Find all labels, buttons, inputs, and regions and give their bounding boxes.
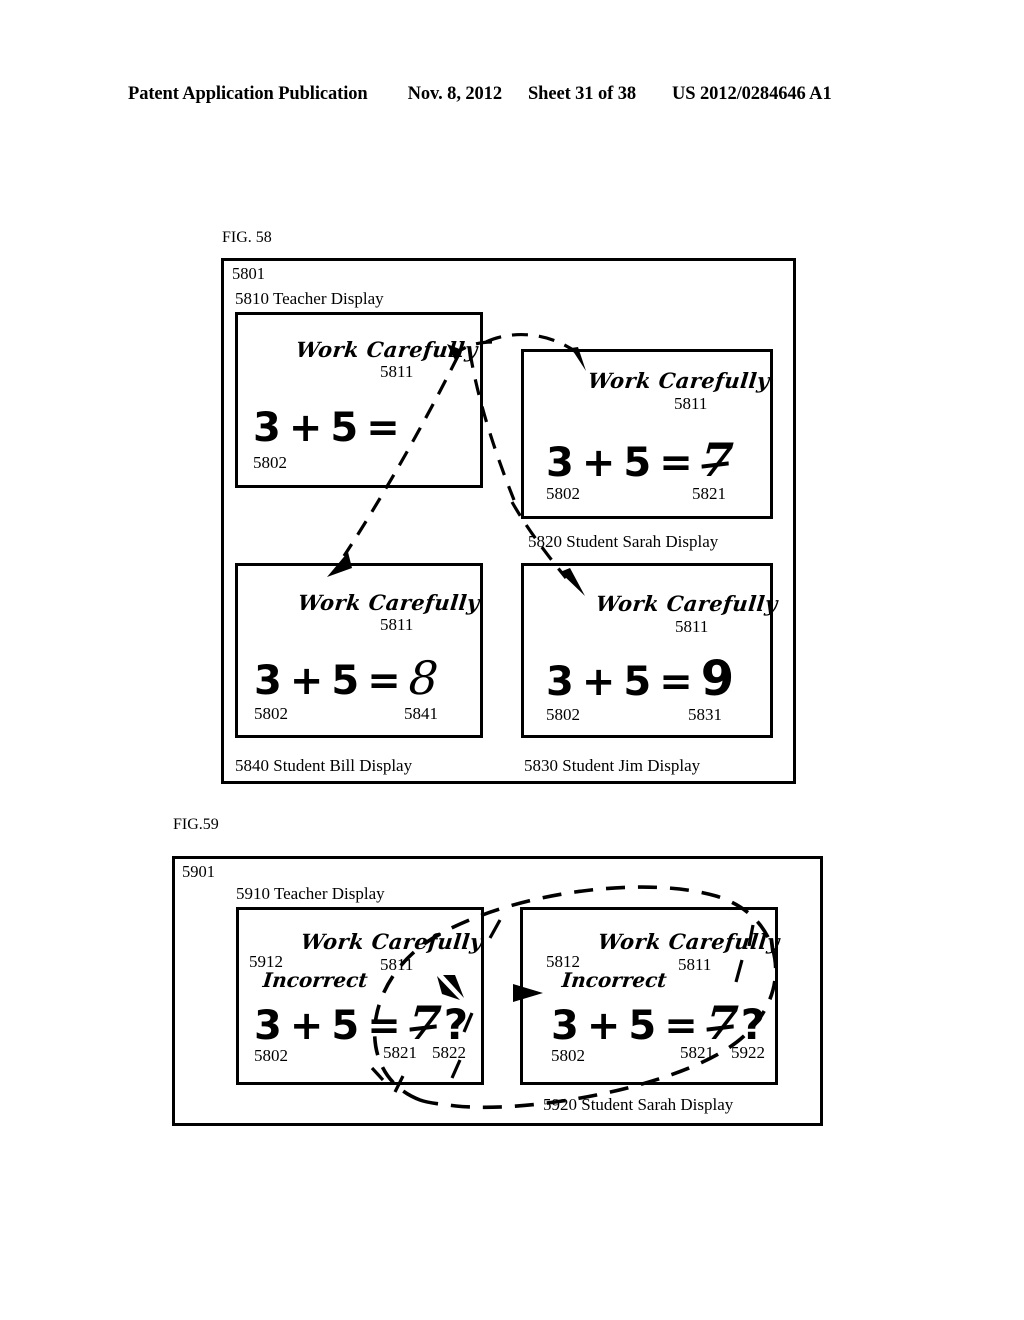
- query-mark-teacher-59: ?: [443, 1000, 470, 1049]
- equation-equals: =: [367, 658, 402, 704]
- handwritten-answer-teacher-59: 7: [406, 996, 444, 1050]
- jim-display-caption-58: 5830 Student Jim Display: [524, 756, 701, 775]
- prompt-text-jim-58: Work Carefully: [594, 591, 779, 616]
- equation-teacher-59: 3 + 5 = 7 ?: [254, 996, 470, 1050]
- sarah-display-caption-59: 5920 Student Sarah Display: [543, 1095, 734, 1114]
- feedback-text-teacher-59: Incorrect: [261, 968, 369, 992]
- equation-operand-b: 5: [330, 405, 360, 451]
- teacher-display-title-59: 5910 Teacher Display: [236, 884, 385, 903]
- equation-plus: +: [289, 658, 325, 704]
- answer-ref-bill-58: 5841: [404, 704, 438, 723]
- equation-operand-a: 3: [253, 405, 282, 451]
- equation-equals: =: [366, 405, 401, 451]
- equation-operand-b: 5: [331, 1003, 361, 1049]
- answer-ref-jim-58: 5831: [688, 705, 722, 724]
- equation-operand-b: 5: [331, 658, 361, 704]
- equation-sarah-59: 3 + 5 = 7 ?: [551, 996, 767, 1050]
- equation-operand-b: 5: [628, 1003, 658, 1049]
- query-ref-teacher-59: 5822: [432, 1043, 466, 1062]
- equation-ref-sarah-58: 5802: [546, 484, 580, 503]
- equation-plus: +: [581, 440, 617, 486]
- query-ref-sarah-59: 5922: [731, 1043, 765, 1062]
- feedback-text-sarah-59: Incorrect: [560, 968, 668, 992]
- prompt-ref-teacher-58: 5811: [380, 362, 414, 381]
- equation-operand-b: 5: [623, 659, 653, 705]
- prompt-ref-bill-58: 5811: [380, 615, 414, 634]
- equation-operand-a: 3: [546, 659, 575, 705]
- prompt-text-teacher-59: Work Carefully: [299, 929, 484, 954]
- equation-bill-58: 3 + 5 = 8: [254, 651, 441, 705]
- equation-equals: =: [659, 440, 694, 486]
- handwritten-answer-sarah-58: 7: [698, 433, 736, 487]
- equation-plus: +: [288, 405, 324, 451]
- equation-operand-a: 3: [254, 1003, 283, 1049]
- figure-59-label: FIG.59: [173, 816, 219, 833]
- equation-plus: +: [581, 659, 617, 705]
- equation-sarah-58: 3 + 5 = 7: [546, 433, 736, 487]
- equation-equals: =: [659, 659, 694, 705]
- bill-display-caption-58: 5840 Student Bill Display: [235, 756, 413, 775]
- prompt-text-sarah-59: Work Carefully: [596, 929, 781, 954]
- answer-ref-teacher-59: 5821: [383, 1043, 417, 1062]
- page-header: Patent Application Publication Nov. 8, 2…: [128, 84, 918, 105]
- printed-answer-jim-58: 9: [700, 651, 736, 707]
- answer-ref-sarah-58: 5821: [692, 484, 726, 503]
- prompt-text-bill-58: Work Carefully: [296, 590, 481, 615]
- equation-plus: +: [586, 1003, 622, 1049]
- header-sheet: Sheet 31 of 38: [527, 84, 637, 104]
- figure-58-frame-ref: 5801: [232, 264, 265, 283]
- equation-ref-sarah-59: 5802: [551, 1046, 585, 1065]
- answer-ref-sarah-59: 5821: [680, 1043, 714, 1062]
- equation-operand-a: 3: [546, 440, 575, 486]
- handwritten-answer-sarah-59: 7: [703, 996, 741, 1050]
- figure-59-frame-ref: 5901: [182, 862, 215, 881]
- equation-jim-58: 3 + 5 = 9: [546, 655, 735, 705]
- equation-ref-teacher-59: 5802: [254, 1046, 288, 1065]
- handwritten-answer-bill-58: 8: [407, 651, 441, 705]
- teacher-display-title-58: 5810 Teacher Display: [235, 289, 384, 308]
- query-mark-sarah-59: ?: [740, 1000, 767, 1049]
- prompt-ref-sarah-58: 5811: [674, 394, 708, 413]
- header-publication: Patent Application Publication: [128, 84, 368, 104]
- prompt-ref-teacher-59: 5811: [380, 955, 414, 974]
- prompt-ref-jim-58: 5811: [675, 617, 709, 636]
- equation-operand-a: 3: [551, 1003, 580, 1049]
- equation-ref-jim-58: 5802: [546, 705, 580, 724]
- prompt-text-teacher-58: Work Carefully: [294, 337, 479, 362]
- equation-teacher-58: 3 + 5 =: [253, 405, 408, 451]
- equation-operand-b: 5: [623, 440, 653, 486]
- prompt-ref-sarah-59: 5811: [678, 955, 712, 974]
- equation-plus: +: [289, 1003, 325, 1049]
- equation-ref-teacher-58: 5802: [253, 453, 287, 472]
- header-date: Nov. 8, 2012: [407, 84, 502, 104]
- figure-58-label: FIG. 58: [222, 229, 272, 246]
- header-patent-number: US 2012/0284646 A1: [672, 84, 832, 104]
- equation-operand-a: 3: [254, 658, 283, 704]
- sarah-display-caption-58: 5820 Student Sarah Display: [528, 532, 719, 551]
- prompt-text-sarah-58: Work Carefully: [586, 368, 771, 393]
- equation-ref-bill-58: 5802: [254, 704, 288, 723]
